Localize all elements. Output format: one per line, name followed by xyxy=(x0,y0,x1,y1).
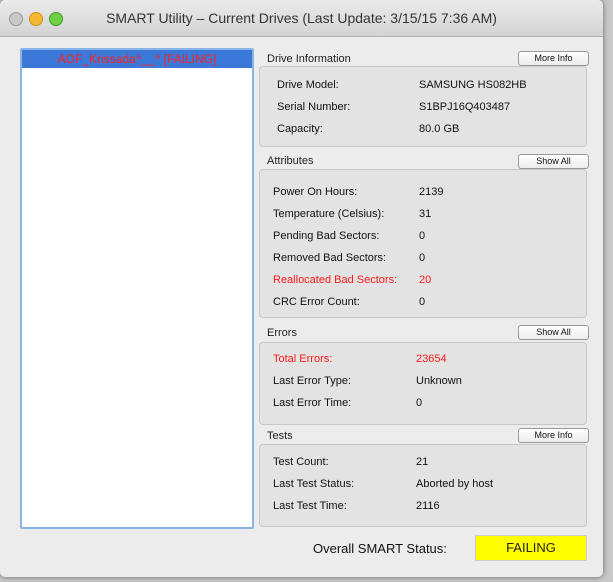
removed-bad-sectors-value: 0 xyxy=(419,252,426,264)
last-test-status-value: Aborted by host xyxy=(416,478,494,490)
drive-model-label: Drive Model: xyxy=(277,79,339,91)
test-count-value: 21 xyxy=(416,456,429,468)
total-errors-label: Total Errors: xyxy=(273,353,333,365)
temperature-label: Temperature (Celsius): xyxy=(273,208,385,220)
drive-info-more-info-button[interactable]: More Info xyxy=(518,51,589,66)
tests-more-info-button[interactable]: More Info xyxy=(518,428,589,443)
window-title: SMART Utility – Current Drives (Last Upd… xyxy=(106,10,497,26)
last-test-time-value: 2116 xyxy=(416,500,440,512)
crc-error-count-value: 0 xyxy=(419,296,426,308)
serial-number-label: Serial Number: xyxy=(277,101,351,113)
crc-error-count-label: CRC Error Count: xyxy=(273,296,360,308)
capacity-label: Capacity: xyxy=(277,123,323,135)
last-error-type-label: Last Error Type: xyxy=(273,375,352,387)
tests-heading: Tests xyxy=(267,430,293,442)
power-on-hours-value: 2139 xyxy=(419,186,444,198)
attributes-show-all-button[interactable]: Show All xyxy=(518,154,589,169)
power-on-hours-label: Power On Hours: xyxy=(273,186,358,198)
removed-bad-sectors-label: Removed Bad Sectors: xyxy=(273,252,387,264)
attributes-heading: Attributes xyxy=(267,155,314,167)
drive-list-item[interactable]: AOF_Krissada^__^ [FAILING] xyxy=(22,50,252,68)
overall-status-badge: FAILING xyxy=(475,535,587,561)
last-error-time-value: 0 xyxy=(416,397,423,409)
pending-bad-sectors-value: 0 xyxy=(419,230,426,242)
title-bar: SMART Utility – Current Drives (Last Upd… xyxy=(0,0,603,37)
overall-status-label: Overall SMART Status: xyxy=(313,541,447,556)
test-count-label: Test Count: xyxy=(273,456,329,468)
drive-model-value: SAMSUNG HS082HB xyxy=(419,79,527,91)
errors-show-all-button[interactable]: Show All xyxy=(518,325,589,340)
drive-list[interactable]: AOF_Krissada^__^ [FAILING] xyxy=(20,48,254,529)
total-errors-value: 23654 xyxy=(416,353,447,365)
errors-heading: Errors xyxy=(267,327,297,339)
pending-bad-sectors-label: Pending Bad Sectors: xyxy=(273,230,380,242)
temperature-value: 31 xyxy=(419,208,432,220)
serial-number-value: S1BPJ16Q403487 xyxy=(419,101,511,113)
last-test-time-label: Last Test Time: xyxy=(273,500,347,512)
last-test-status-label: Last Test Status: xyxy=(273,478,355,490)
smart-utility-window: SMART Utility – Current Drives (Last Upd… xyxy=(0,0,603,577)
reallocated-bad-sectors-label: Reallocated Bad Sectors: xyxy=(273,274,398,286)
reallocated-bad-sectors-value: 20 xyxy=(419,274,432,286)
last-error-time-label: Last Error Time: xyxy=(273,397,352,409)
drive-information-heading: Drive Information xyxy=(267,53,351,65)
last-error-type-value: Unknown xyxy=(416,375,462,387)
capacity-value: 80.0 GB xyxy=(419,123,460,135)
